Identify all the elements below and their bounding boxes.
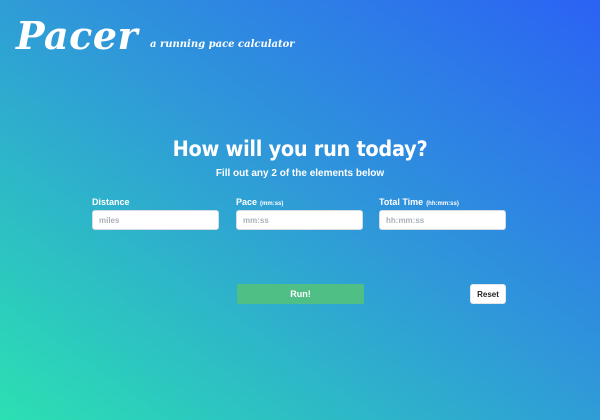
distance-input[interactable] <box>92 210 219 230</box>
total-time-input[interactable] <box>379 210 506 230</box>
total-time-label-text: Total Time <box>379 197 424 207</box>
distance-label-text: Distance <box>92 197 130 207</box>
app-tagline: a running pace calculator <box>150 39 295 50</box>
total-time-format-hint: (hh:mm:ss) <box>426 201 459 207</box>
run-button[interactable]: Run! <box>237 284 364 304</box>
page-subheading: Fill out any 2 of the elements below <box>215 168 385 179</box>
total-time-label: Total Time (hh:mm:ss) <box>379 197 506 209</box>
pace-format-hint: (mm:ss) <box>260 201 284 207</box>
pace-label-text: Pace <box>236 197 258 207</box>
distance-field: Distance <box>92 197 219 230</box>
page-heading: How will you run today? <box>172 137 428 161</box>
reset-button[interactable]: Reset <box>470 284 506 304</box>
distance-label: Distance <box>92 197 219 209</box>
pace-field: Pace (mm:ss) <box>236 197 363 230</box>
pace-label: Pace (mm:ss) <box>236 197 363 209</box>
app-logo[interactable]: Pacer <box>16 14 138 58</box>
brand: Pacer a running pace calculator <box>16 14 295 58</box>
pace-input[interactable] <box>236 210 363 230</box>
total-time-field: Total Time (hh:mm:ss) <box>379 197 506 230</box>
